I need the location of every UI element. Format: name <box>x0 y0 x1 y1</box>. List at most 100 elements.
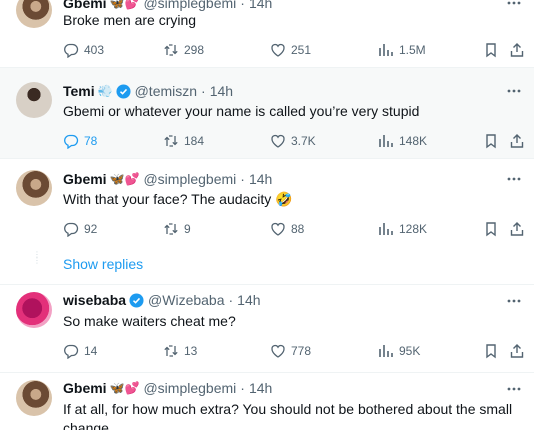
separator: · <box>240 380 245 396</box>
share-icon <box>510 43 524 57</box>
view-count: 1.5M <box>399 43 426 57</box>
retweet-button[interactable]: 298 <box>163 40 204 60</box>
tweet-header: Gbemi 🦋💕 @simplegbemi · 14h <box>63 378 272 398</box>
retweet-button[interactable]: 184 <box>163 131 204 151</box>
like-button[interactable]: 251 <box>270 40 311 60</box>
timestamp[interactable]: 14h <box>249 380 272 396</box>
tweet-header: wisebaba @Wizebaba · 14h <box>63 290 261 310</box>
avatar[interactable] <box>16 0 52 28</box>
reply-icon <box>64 134 79 149</box>
share-button[interactable] <box>509 40 525 60</box>
verified-badge-icon[interactable] <box>116 83 131 99</box>
bookmark-button[interactable] <box>483 40 499 60</box>
share-icon <box>510 344 524 358</box>
retweet-count: 13 <box>184 344 198 358</box>
views-button[interactable]: 1.5M <box>378 40 426 60</box>
name-emoji: 🦋💕 <box>109 0 140 10</box>
timestamp[interactable]: 14h <box>237 292 260 308</box>
reply-button[interactable]: 78 <box>55 123 98 155</box>
avatar[interactable] <box>16 380 52 416</box>
views-icon <box>379 223 393 235</box>
bookmark-icon <box>486 43 496 58</box>
retweet-button[interactable]: 9 <box>163 219 191 239</box>
bookmark-icon <box>486 344 496 359</box>
user-handle[interactable]: @temiszn <box>135 83 197 99</box>
reply-count: 14 <box>84 344 98 358</box>
user-handle[interactable]: @simplegbemi <box>143 380 236 396</box>
more-options-icon[interactable] <box>506 171 522 187</box>
retweet-icon <box>164 223 178 235</box>
user-handle[interactable]: @simplegbemi <box>143 171 236 187</box>
heart-icon <box>271 344 285 358</box>
user-handle[interactable]: @simplegbemi <box>143 0 236 11</box>
display-name[interactable]: wisebaba <box>63 292 126 308</box>
like-count: 778 <box>291 344 312 358</box>
retweet-count: 298 <box>184 43 205 57</box>
views-button[interactable]: 148K <box>378 131 427 151</box>
user-handle[interactable]: @Wizebaba <box>148 292 224 308</box>
reply-icon <box>64 222 79 237</box>
like-button[interactable]: 3.7K <box>270 131 316 151</box>
tweet-actions: 14 13 778 95K <box>63 341 525 361</box>
timestamp[interactable]: 14h <box>249 171 272 187</box>
tweet-header: Gbemi 🦋💕 @simplegbemi · 14h <box>63 169 272 189</box>
views-icon <box>379 345 393 357</box>
divider <box>0 372 534 373</box>
timestamp[interactable]: 14h <box>210 83 233 99</box>
share-button[interactable] <box>509 341 525 361</box>
share-icon <box>510 222 524 236</box>
like-count: 251 <box>291 43 312 57</box>
bookmark-button[interactable] <box>483 131 499 151</box>
like-button[interactable]: 778 <box>270 341 311 361</box>
like-button[interactable]: 88 <box>270 219 304 239</box>
display-name[interactable]: Temi <box>63 83 95 99</box>
timestamp[interactable]: 14h <box>249 0 272 11</box>
tweet-actions: 78 184 3.7K 148K <box>55 123 525 155</box>
tweet-actions: 403 298 251 1.5M <box>63 40 525 60</box>
retweet-icon <box>164 135 178 147</box>
thread-connector: ⋮ ⋮ <box>33 250 41 265</box>
like-count: 88 <box>291 222 305 236</box>
name-emoji: 💨 <box>97 84 113 98</box>
verified-badge-icon[interactable] <box>129 292 144 308</box>
separator: · <box>201 83 206 99</box>
retweet-count: 184 <box>184 134 205 148</box>
share-icon <box>510 134 524 148</box>
view-count: 95K <box>399 344 421 358</box>
tweet-text: If at all, for how much extra? You shoul… <box>63 401 513 430</box>
retweet-icon <box>164 345 178 357</box>
views-button[interactable]: 128K <box>378 219 427 239</box>
bookmark-button[interactable] <box>483 341 499 361</box>
share-button[interactable] <box>509 219 525 239</box>
views-icon <box>379 135 393 147</box>
heart-icon <box>271 134 285 148</box>
views-button[interactable]: 95K <box>378 341 420 361</box>
reply-button[interactable]: 92 <box>63 219 97 239</box>
tweet-actions: 92 9 88 128K <box>63 219 525 239</box>
views-icon <box>379 44 393 56</box>
separator: · <box>240 0 245 11</box>
share-button[interactable] <box>509 131 525 151</box>
reply-button[interactable]: 14 <box>63 341 97 361</box>
more-options-icon[interactable] <box>506 293 522 309</box>
reply-count: 78 <box>84 134 98 148</box>
retweet-button[interactable]: 13 <box>163 341 197 361</box>
show-replies-link[interactable]: Show replies <box>63 256 143 272</box>
more-options-icon[interactable] <box>506 381 522 397</box>
display-name[interactable]: Gbemi <box>63 380 107 396</box>
like-count: 3.7K <box>291 134 316 148</box>
avatar[interactable] <box>16 82 52 118</box>
divider <box>0 158 534 159</box>
display-name[interactable]: Gbemi <box>63 171 107 187</box>
heart-icon <box>271 43 285 57</box>
reply-count: 92 <box>84 222 98 236</box>
more-options-icon[interactable] <box>506 0 522 11</box>
bookmark-button[interactable] <box>483 219 499 239</box>
avatar[interactable] <box>16 170 52 206</box>
reply-button[interactable]: 403 <box>63 40 104 60</box>
tweet-text: Gbemi or whatever your name is called yo… <box>63 103 420 119</box>
tweet-text: Broke men are crying <box>63 12 197 28</box>
more-options-icon[interactable] <box>506 83 522 99</box>
display-name[interactable]: Gbemi <box>63 0 107 11</box>
avatar[interactable] <box>16 292 52 328</box>
